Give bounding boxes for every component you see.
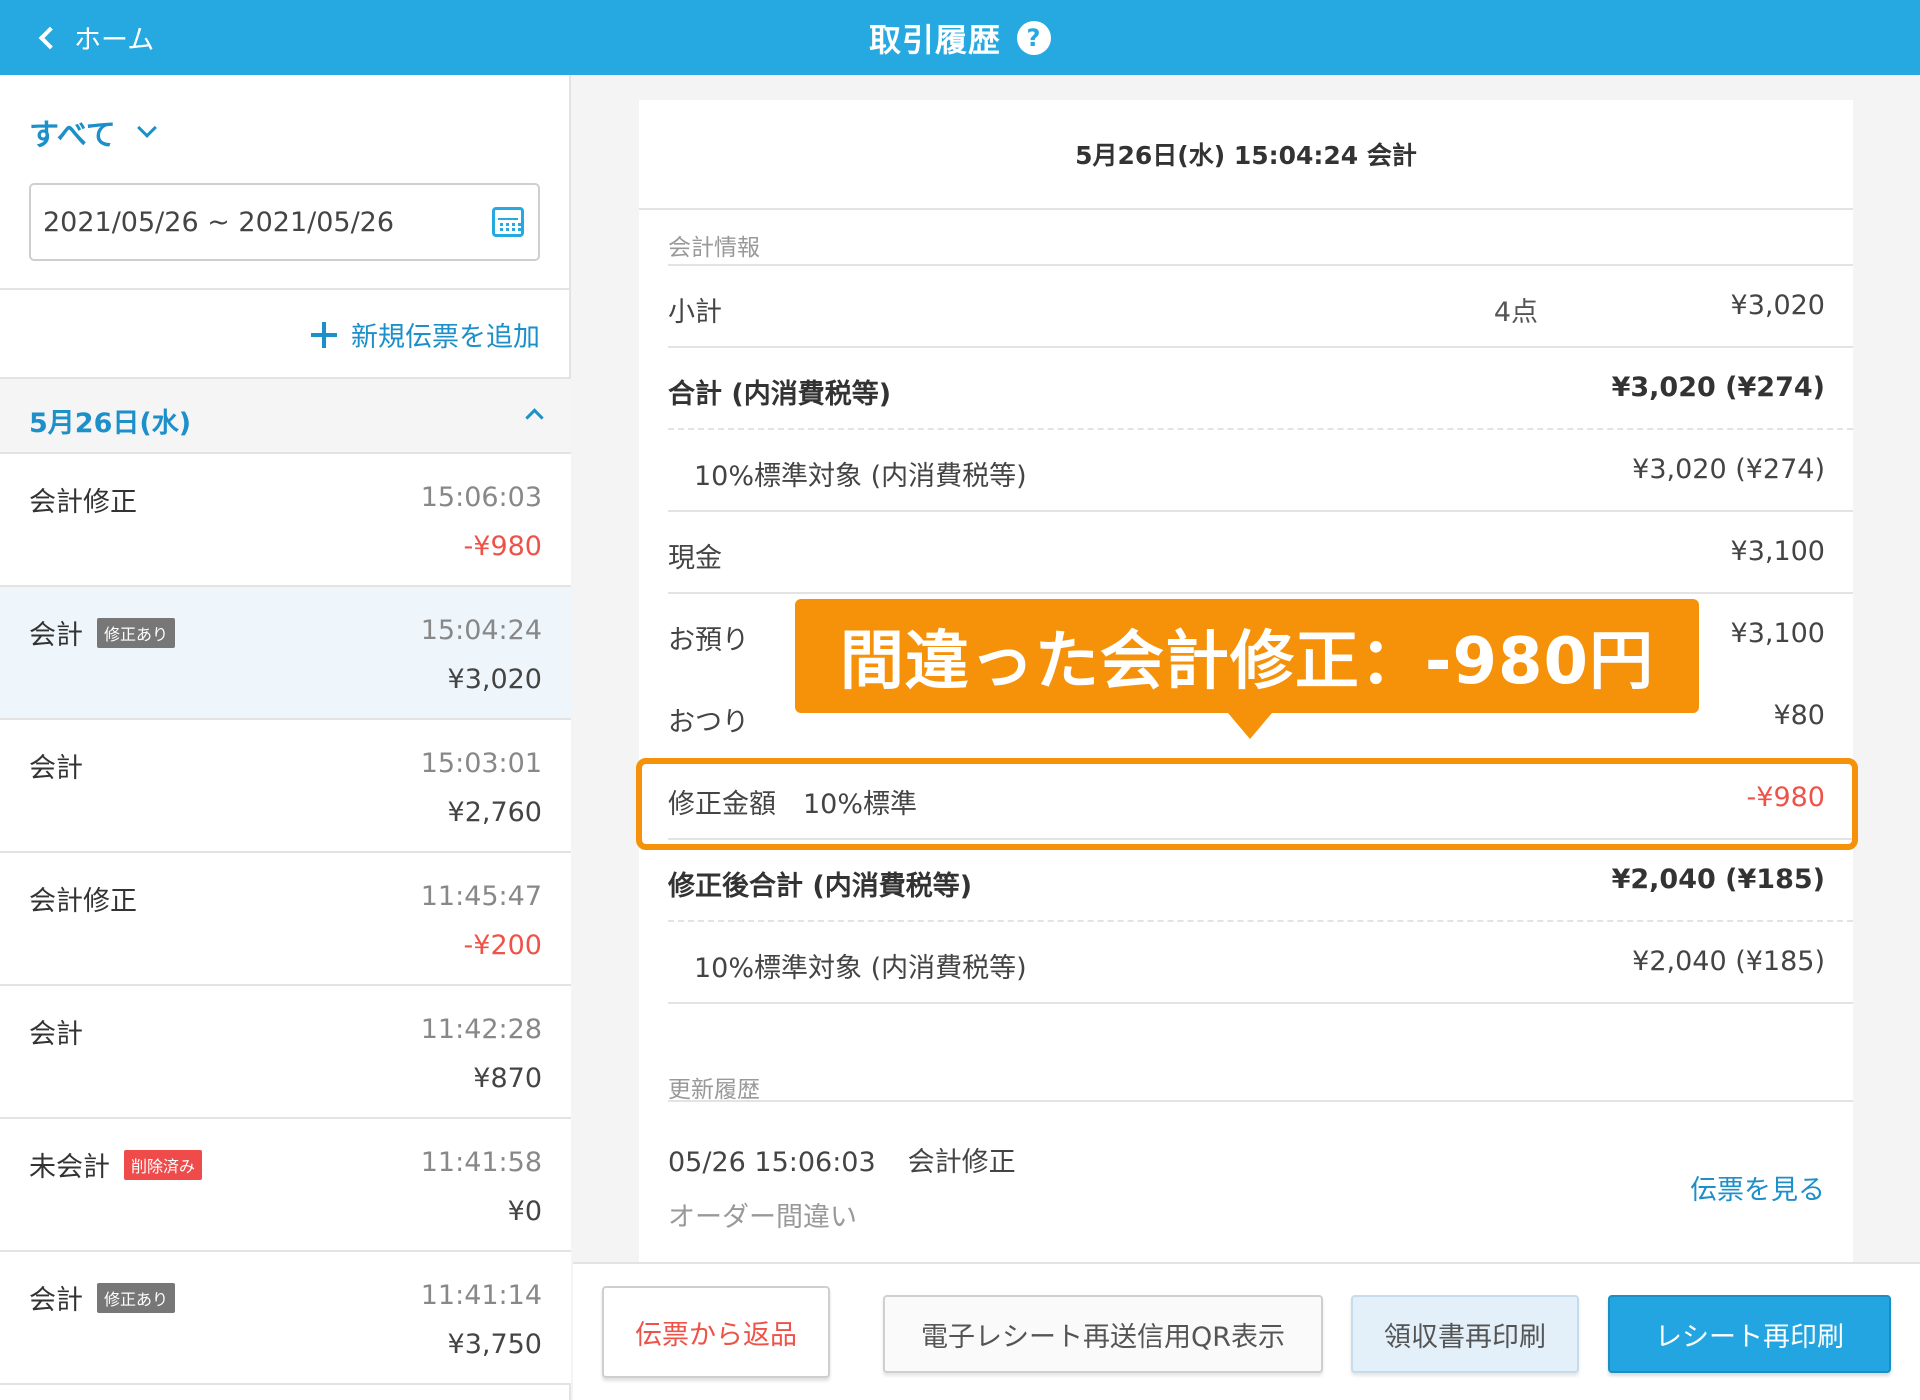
transaction-name: 会計 <box>29 753 83 784</box>
row-label: 合計 (内消費税等) <box>668 379 892 410</box>
chevron-up-icon[interactable] <box>525 408 544 427</box>
row-label: 修正後合計 (内消費税等) <box>668 871 973 902</box>
callout-text: 間違った会計修正：-980円 <box>839 625 1655 699</box>
transaction-name: 会計修正 <box>29 886 137 917</box>
list-item[interactable]: 会計 15:03:01 ¥2,760 <box>0 720 571 853</box>
calendar-icon[interactable] <box>492 207 524 237</box>
add-slip-label: 新規伝票を追加 <box>351 322 540 353</box>
transaction-time: 11:41:58 <box>420 1147 542 1178</box>
day-group-header[interactable]: 5月26日(水) <box>0 379 571 454</box>
transaction-name: 会計 <box>29 620 83 651</box>
row-value: ¥3,100 <box>1730 618 1825 649</box>
total-10-row: 10%標準対象 (内消費税等) ¥3,020 (¥274) <box>668 430 1853 512</box>
row-label: 小計 <box>668 297 722 328</box>
transaction-amount: ¥870 <box>473 1063 542 1094</box>
page-title-wrap: 取引履歴 ? <box>0 0 1920 75</box>
list-item[interactable]: 未会計 削除済み 11:41:58 ¥0 <box>0 1119 571 1252</box>
transaction-time: 15:04:24 <box>420 615 542 646</box>
item-count: 4点 <box>1493 297 1538 328</box>
add-slip-button[interactable]: 新規伝票を追加 <box>311 315 540 354</box>
status-badge: 削除済み <box>124 1149 203 1180</box>
total-row: 合計 (内消費税等) ¥3,020 (¥274) <box>668 348 1853 430</box>
return-from-slip-button[interactable]: 伝票から返品 <box>602 1286 830 1378</box>
transaction-amount: ¥3,020 <box>447 664 542 695</box>
row-label: 10%標準対象 (内消費税等) <box>694 953 1027 984</box>
show-qr-button[interactable]: 電子レシート再送信用QR表示 <box>883 1295 1323 1373</box>
plus-icon <box>311 321 337 348</box>
transaction-sidebar: すべて 2021/05/26 ~ 2021/05/26 新規伝票を追加 5月26… <box>0 75 571 1400</box>
transaction-name: 会計 <box>29 1019 83 1050</box>
transaction-name: 未会計 <box>29 1152 110 1183</box>
divider <box>0 288 571 290</box>
corrected-10-row: 10%標準対象 (内消費税等) ¥2,040 (¥185) <box>668 922 1853 1004</box>
row-value: ¥3,020 (¥274) <box>1632 454 1825 485</box>
view-slip-link[interactable]: 伝票を見る <box>1690 1168 1825 1207</box>
row-label: お預り <box>668 625 749 656</box>
row-value: ¥2,040 (¥185) <box>1611 864 1825 895</box>
row-value: ¥80 <box>1773 700 1825 731</box>
transaction-time: 11:45:47 <box>420 881 542 912</box>
row-value: ¥3,100 <box>1730 536 1825 567</box>
transaction-list: 会計修正 15:06:03 -¥980 会計 修正あり 15:04:24 ¥3,0… <box>0 454 571 1385</box>
app-header: ホーム 取引履歴 ? <box>0 0 1920 75</box>
bottom-toolbar: 伝票から返品 電子レシート再送信用QR表示 領収書再印刷 レシート再印刷 <box>573 1262 1920 1400</box>
filter-dropdown[interactable]: すべて <box>29 110 157 154</box>
status-badge: 修正あり <box>97 1282 176 1313</box>
day-label: 5月26日(水) <box>29 408 192 439</box>
transaction-time: 15:03:01 <box>420 748 542 779</box>
row-value: ¥3,020 (¥274) <box>1611 372 1825 403</box>
list-item[interactable]: 会計 11:42:28 ¥870 <box>0 986 571 1119</box>
transaction-time: 11:41:14 <box>420 1280 542 1311</box>
reprint-slip-button[interactable]: レシート再印刷 <box>1608 1295 1891 1373</box>
list-item[interactable]: 会計修正 15:06:03 -¥980 <box>0 454 571 587</box>
transaction-name: 会計 <box>29 1285 83 1316</box>
status-badge: 修正あり <box>97 617 176 648</box>
transaction-amount: ¥0 <box>507 1196 542 1227</box>
subtotal-row: 小計 4点 ¥3,020 <box>668 266 1853 348</box>
history-note: オーダー間違い <box>668 1202 857 1233</box>
date-range-field[interactable]: 2021/05/26 ~ 2021/05/26 <box>29 183 540 261</box>
page-title: 取引履歴 <box>868 20 1001 59</box>
list-item[interactable]: 会計 修正あり 15:04:24 ¥3,020 <box>0 587 571 720</box>
row-value: -¥980 <box>1746 782 1825 813</box>
section-label-history: 更新履歴 <box>668 1077 760 1103</box>
filter-label: すべて <box>29 118 116 153</box>
cash-row: 現金 ¥3,100 <box>668 512 1853 594</box>
reprint-receipt-button[interactable]: 領収書再印刷 <box>1351 1295 1579 1373</box>
list-item[interactable]: 会計 修正あり 11:41:14 ¥3,750 <box>0 1252 571 1385</box>
corrected-total-row: 修正後合計 (内消費税等) ¥2,040 (¥185) <box>668 840 1853 922</box>
transaction-amount: -¥200 <box>463 930 542 961</box>
list-item[interactable]: 会計修正 11:45:47 -¥200 <box>0 853 571 986</box>
transaction-time: 15:06:03 <box>420 482 542 513</box>
row-label: 10%標準対象 (内消費税等) <box>694 461 1027 492</box>
row-label: おつり <box>668 707 749 738</box>
history-datetime: 05/26 15:06:03 <box>668 1147 876 1178</box>
transaction-name: 会計修正 <box>29 487 137 518</box>
annotation-callout: 間違った会計修正：-980円 <box>795 599 1699 739</box>
transaction-amount: ¥2,760 <box>447 797 542 828</box>
section-label-info: 会計情報 <box>668 235 760 261</box>
row-label: 修正金額 10%標準 <box>668 789 918 820</box>
history-entry: 05/26 15:06:03 会計修正 <box>668 1140 1016 1179</box>
history-type: 会計修正 <box>907 1147 1016 1178</box>
row-value: ¥3,020 <box>1730 290 1825 321</box>
transaction-time: 11:42:28 <box>420 1014 542 1045</box>
row-value: ¥2,040 (¥185) <box>1632 946 1825 977</box>
transaction-amount: -¥980 <box>463 531 542 562</box>
row-label: 現金 <box>668 543 722 574</box>
chevron-down-icon <box>136 118 157 138</box>
divider <box>668 1100 1853 1102</box>
transaction-amount: ¥3,750 <box>447 1329 542 1360</box>
help-icon[interactable]: ? <box>1017 20 1051 55</box>
detail-title: 5月26日(水) 15:04:24 会計 <box>639 100 1853 210</box>
correction-row: 修正金額 10%標準 -¥980 <box>668 758 1853 840</box>
date-range-value: 2021/05/26 ~ 2021/05/26 <box>43 206 395 238</box>
